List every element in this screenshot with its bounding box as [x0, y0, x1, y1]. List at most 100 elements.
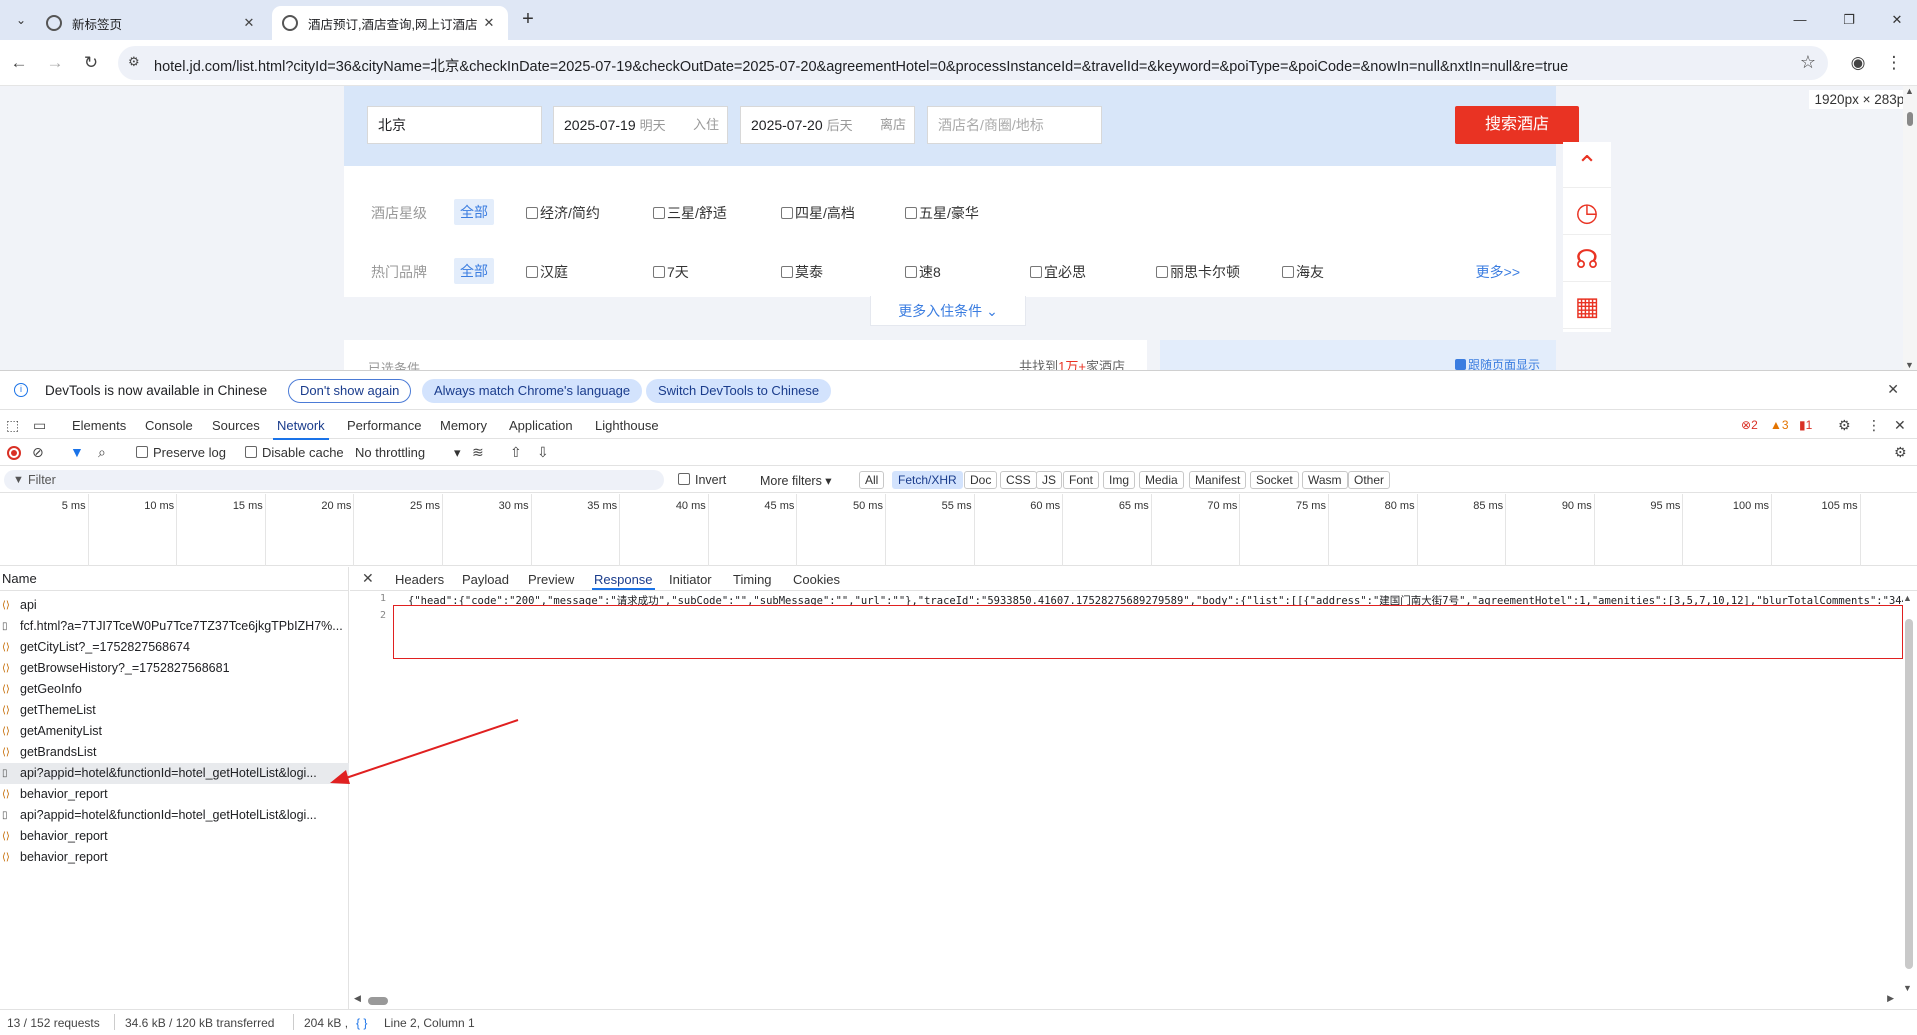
- bookmark-star-icon[interactable]: ☆: [1800, 52, 1816, 73]
- tab-new-tab[interactable]: 新标签页 ✕: [36, 6, 268, 40]
- name-column-header[interactable]: Name: [0, 567, 349, 591]
- qr-code-icon[interactable]: ▦: [1563, 283, 1611, 329]
- restore-icon[interactable]: ❐: [1834, 8, 1864, 32]
- request-row[interactable]: ▯ fcf.html?a=7TJI7TceW0Pu7Tce7TZ37Tce6jkg…: [0, 616, 349, 637]
- tab-cookies[interactable]: Cookies: [793, 572, 840, 587]
- request-row[interactable]: ⟨⟩ api: [0, 595, 349, 616]
- request-row[interactable]: ⟨⟩ getGeoInfo: [0, 679, 349, 700]
- brand-option[interactable]: 速8: [905, 262, 941, 282]
- invert-checkbox[interactable]: Invert: [678, 473, 726, 487]
- switch-to-chinese-button[interactable]: Switch DevTools to Chinese: [646, 379, 832, 403]
- network-settings-icon[interactable]: ⚙: [1894, 444, 1907, 461]
- request-row[interactable]: ⟨⟩ getBrandsList: [0, 742, 349, 763]
- forward-icon[interactable]: →: [42, 50, 68, 76]
- brand-option[interactable]: 莫泰: [781, 262, 823, 282]
- search-hotel-button[interactable]: 搜索酒店: [1455, 106, 1579, 144]
- brand-option[interactable]: 7天: [653, 262, 689, 282]
- error-count[interactable]: ⊗2: [1741, 418, 1758, 432]
- export-har-icon[interactable]: ⇩: [537, 444, 549, 461]
- tab-preview[interactable]: Preview: [528, 572, 574, 587]
- inspect-element-icon[interactable]: ⬚: [6, 417, 19, 434]
- site-info-icon[interactable]: ⚙: [128, 54, 146, 72]
- response-horizontal-scrollbar[interactable]: ◀ ▶: [354, 993, 1894, 1005]
- close-devtools-icon[interactable]: ✕: [1894, 417, 1906, 434]
- reload-icon[interactable]: ↻: [78, 50, 104, 76]
- filter-chip-doc[interactable]: Doc: [964, 471, 998, 489]
- tab-sources[interactable]: Sources: [212, 418, 260, 433]
- always-match-language-button[interactable]: Always match Chrome's language: [422, 379, 643, 403]
- back-to-top-icon[interactable]: ⌃: [1563, 142, 1611, 188]
- tab-timing[interactable]: Timing: [733, 572, 772, 587]
- throttling-select[interactable]: No throttling ▾: [355, 445, 461, 461]
- tab-memory[interactable]: Memory: [440, 418, 487, 433]
- close-icon[interactable]: ✕: [480, 15, 498, 31]
- more-filters-dropdown[interactable]: More filters ▾: [760, 473, 832, 488]
- history-clock-icon[interactable]: ◷: [1563, 189, 1611, 235]
- tab-payload[interactable]: Payload: [462, 572, 509, 587]
- profile-icon[interactable]: ◉: [1845, 50, 1871, 76]
- search-icon[interactable]: ⌕: [98, 444, 106, 461]
- star-option[interactable]: 四星/高档: [781, 203, 855, 223]
- filter-chip-manifest[interactable]: Manifest: [1189, 471, 1247, 489]
- request-row[interactable]: ⟨⟩ behavior_report: [0, 826, 349, 847]
- filter-chip-all[interactable]: All: [859, 471, 885, 489]
- brand-all-option[interactable]: 全部: [454, 258, 494, 284]
- tab-initiator[interactable]: Initiator: [669, 572, 712, 587]
- menu-icon[interactable]: ⋮: [1881, 50, 1907, 76]
- tab-headers[interactable]: Headers: [395, 572, 444, 587]
- request-row[interactable]: ⟨⟩ behavior_report: [0, 847, 349, 868]
- minimize-icon[interactable]: —: [1785, 8, 1815, 32]
- brand-option[interactable]: 海友: [1282, 262, 1324, 282]
- new-tab-button[interactable]: +: [516, 8, 540, 32]
- customer-service-icon[interactable]: ☊: [1563, 236, 1611, 282]
- more-conditions-button[interactable]: 更多入住条件 ⌄: [870, 296, 1026, 326]
- tab-elements[interactable]: Elements: [72, 418, 126, 433]
- clear-icon[interactable]: ⊘: [32, 444, 44, 461]
- tab-network[interactable]: Network: [273, 418, 329, 440]
- request-row[interactable]: ⟨⟩ getBrowseHistory?_=1752827568681: [0, 658, 349, 679]
- network-timeline[interactable]: 5 ms 10 ms 15 ms 20 ms 25 ms 30 ms 35 ms 40 ms 4…: [0, 494, 1917, 566]
- address-bar[interactable]: ⚙ hotel.jd.com/list.html?cityId=36&cityN…: [118, 46, 1828, 80]
- filter-funnel-icon[interactable]: ▼: [70, 444, 84, 460]
- brand-option[interactable]: 宜必思: [1030, 262, 1086, 282]
- brand-option[interactable]: 丽思卡尔顿: [1156, 262, 1240, 282]
- page-scrollbar[interactable]: ▲ ▼: [1903, 86, 1917, 370]
- response-vertical-scrollbar[interactable]: ▲ ▼: [1903, 593, 1913, 993]
- tab-lighthouse[interactable]: Lighthouse: [595, 418, 659, 433]
- more-brands-link[interactable]: 更多>>: [1476, 262, 1520, 282]
- network-conditions-icon[interactable]: ≋: [472, 444, 484, 461]
- import-har-icon[interactable]: ⇧: [510, 444, 522, 461]
- filter-chip-fetch-xhr[interactable]: Fetch/XHR: [892, 471, 963, 489]
- tab-console[interactable]: Console: [145, 418, 193, 433]
- star-all-option[interactable]: 全部: [454, 199, 494, 225]
- url-text[interactable]: hotel.jd.com/list.html?cityId=36&cityNam…: [154, 55, 1568, 76]
- filter-chip-img[interactable]: Img: [1103, 471, 1136, 489]
- device-toolbar-icon[interactable]: ▭: [33, 417, 46, 434]
- star-option[interactable]: 经济/简约: [526, 203, 600, 223]
- checkout-input[interactable]: 2025-07-20 后天 离店: [740, 106, 915, 144]
- response-body[interactable]: 1 2 {"head":{"code":"200","message":"请求成…: [350, 593, 1903, 993]
- pretty-print-icon[interactable]: { }: [356, 1016, 367, 1030]
- warning-count[interactable]: ▲3: [1770, 418, 1789, 432]
- dont-show-again-button[interactable]: Don't show again: [288, 379, 412, 403]
- preserve-log-checkbox[interactable]: Preserve log: [136, 445, 226, 460]
- city-input[interactable]: 北京: [367, 106, 542, 144]
- request-row[interactable]: ⟨⟩ getThemeList: [0, 700, 349, 721]
- tab-performance[interactable]: Performance: [347, 418, 421, 433]
- tab-search-icon[interactable]: ⌄: [8, 8, 34, 32]
- close-detail-icon[interactable]: ✕: [362, 570, 374, 587]
- filter-chip-css[interactable]: CSS: [1000, 471, 1037, 489]
- close-infobar-icon[interactable]: ✕: [1887, 381, 1899, 398]
- request-row[interactable]: ⟨⟩ getCityList?_=1752827568674: [0, 637, 349, 658]
- record-icon[interactable]: [7, 446, 21, 460]
- tab-response[interactable]: Response: [592, 572, 655, 590]
- filter-chip-media[interactable]: Media: [1139, 471, 1184, 489]
- settings-gear-icon[interactable]: ⚙: [1838, 417, 1851, 434]
- request-row[interactable]: ▯ api?appid=hotel&functionId=hotel_getHot…: [0, 763, 349, 784]
- more-options-icon[interactable]: ⋮: [1867, 417, 1881, 434]
- filter-input[interactable]: ▼ Filter: [4, 470, 664, 490]
- checkin-input[interactable]: 2025-07-19 明天 入住: [553, 106, 728, 144]
- back-icon[interactable]: ←: [6, 50, 32, 76]
- tab-hotel[interactable]: 酒店预订,酒店查询,网上订酒店 ✕: [272, 6, 508, 40]
- follow-page-checkbox[interactable]: 跟随页面显示: [1454, 356, 1540, 370]
